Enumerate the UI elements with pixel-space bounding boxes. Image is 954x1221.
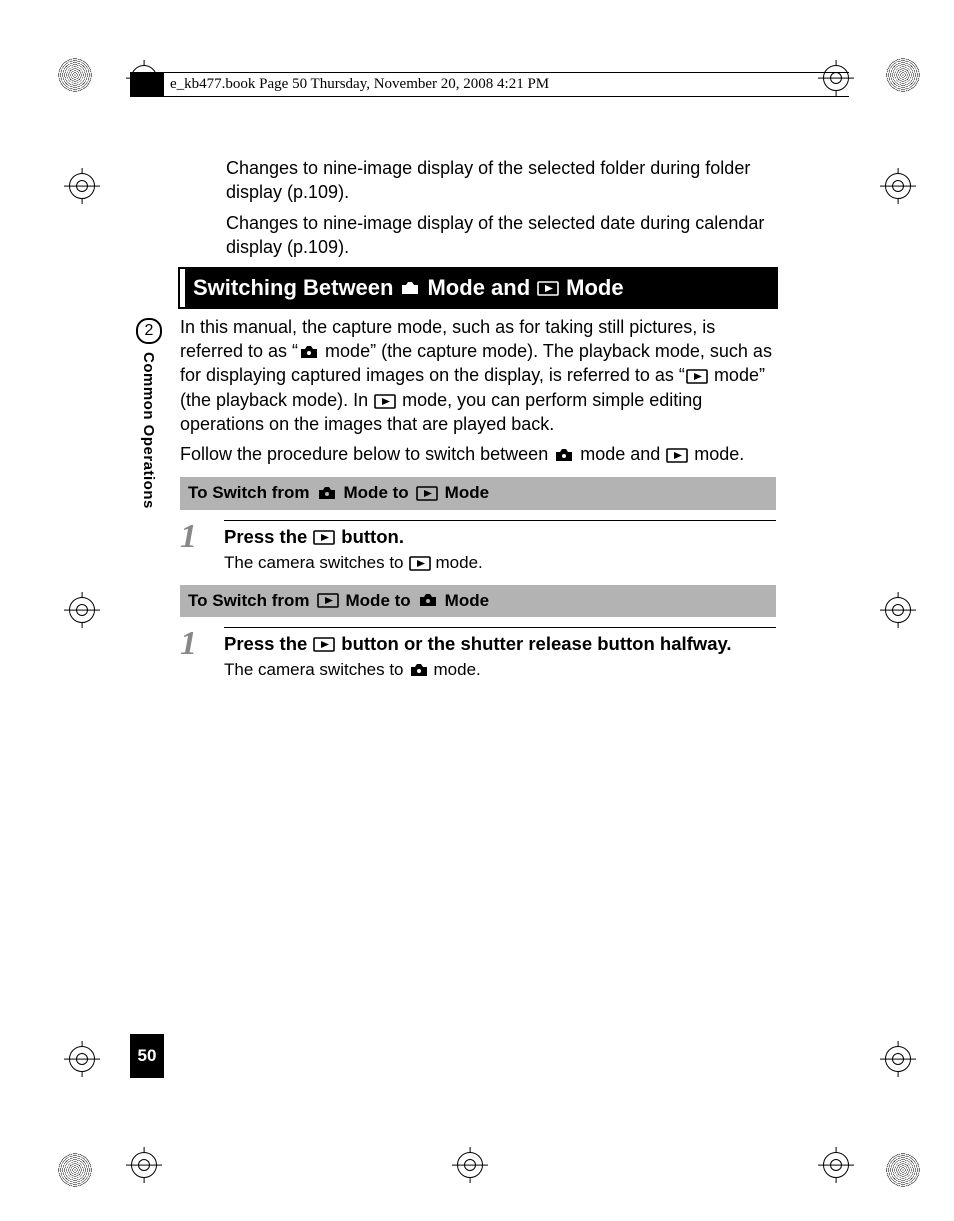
playback-icon bbox=[313, 530, 335, 545]
step: 1 Press the button. The camera switches … bbox=[180, 520, 776, 575]
crosshair-icon bbox=[880, 168, 916, 204]
registration-mark-icon bbox=[886, 58, 920, 92]
crosshair-icon bbox=[64, 1041, 100, 1077]
registration-mark-icon bbox=[886, 1153, 920, 1187]
camera-icon bbox=[418, 593, 438, 608]
crosshair-icon bbox=[880, 1041, 916, 1077]
registration-mark-icon bbox=[58, 1153, 92, 1187]
header-rule bbox=[130, 96, 849, 97]
heading-text: Mode bbox=[566, 273, 623, 303]
step-text: The camera switches to mode. bbox=[224, 552, 776, 575]
heading-text: Switching Between bbox=[193, 273, 393, 303]
section-side-label: Common Operations bbox=[140, 352, 157, 509]
step-number: 1 bbox=[180, 627, 224, 661]
camera-icon bbox=[554, 448, 574, 463]
page-number: 50 bbox=[130, 1034, 164, 1078]
step-number: 1 bbox=[180, 520, 224, 554]
crosshair-icon bbox=[818, 1147, 854, 1183]
chapter-number-badge: 2 bbox=[136, 318, 162, 344]
crosshair-icon bbox=[818, 60, 854, 96]
camera-icon bbox=[317, 486, 337, 501]
playback-icon bbox=[416, 486, 438, 501]
camera-icon bbox=[299, 345, 319, 360]
playback-icon bbox=[313, 637, 335, 652]
heading-text: Mode and bbox=[427, 273, 530, 303]
playback-icon bbox=[686, 369, 708, 384]
intro-paragraph: Changes to nine-image display of the sel… bbox=[226, 211, 776, 260]
playback-icon bbox=[374, 394, 396, 409]
running-head: e_kb477.book Page 50 Thursday, November … bbox=[170, 76, 549, 93]
step-text: The camera switches to mode. bbox=[224, 659, 776, 682]
crosshair-icon bbox=[126, 1147, 162, 1183]
header-tab bbox=[130, 72, 164, 96]
playback-icon bbox=[409, 556, 431, 571]
crosshair-icon bbox=[64, 592, 100, 628]
crosshair-icon bbox=[64, 168, 100, 204]
intro-paragraph: Changes to nine-image display of the sel… bbox=[226, 156, 776, 205]
crosshair-icon bbox=[452, 1147, 488, 1183]
step: 1 Press the button or the shutter releas… bbox=[180, 627, 776, 682]
playback-icon bbox=[537, 281, 559, 296]
header-rule bbox=[130, 72, 849, 73]
step-title: Press the button. bbox=[224, 520, 776, 550]
sub-heading: To Switch from Mode to Mode bbox=[180, 477, 776, 510]
page-content: Changes to nine-image display of the sel… bbox=[180, 156, 776, 684]
playback-icon bbox=[317, 593, 339, 608]
playback-icon bbox=[666, 448, 688, 463]
sub-heading: To Switch from Mode to Mode bbox=[180, 585, 776, 618]
camera-icon bbox=[409, 663, 429, 678]
camera-icon bbox=[400, 281, 420, 296]
body-paragraph: In this manual, the capture mode, such a… bbox=[180, 315, 776, 436]
crosshair-icon bbox=[880, 592, 916, 628]
registration-mark-icon bbox=[58, 58, 92, 92]
body-paragraph: Follow the procedure below to switch bet… bbox=[180, 442, 776, 466]
step-title: Press the button or the shutter release … bbox=[224, 627, 776, 657]
section-heading: Switching Between Mode and Mode bbox=[180, 269, 776, 307]
